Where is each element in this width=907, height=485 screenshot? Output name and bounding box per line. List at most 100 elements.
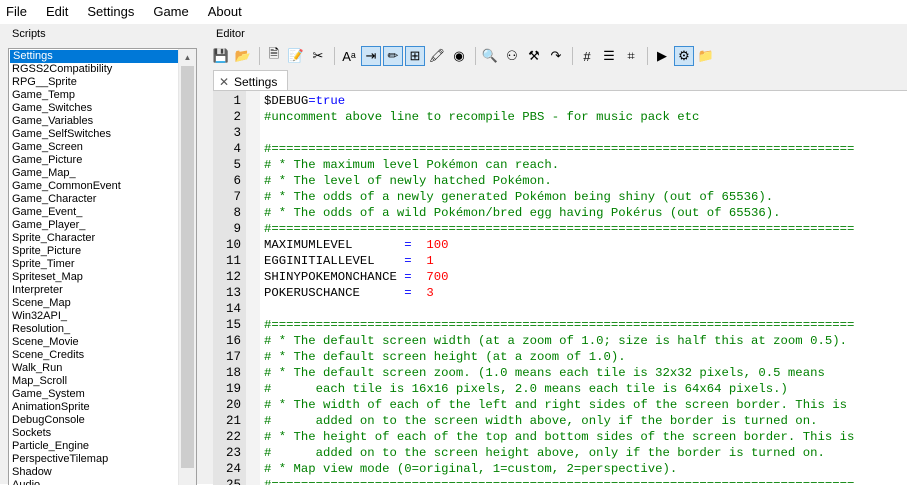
line-number: 7 — [233, 190, 241, 204]
menu-edit[interactable]: Edit — [40, 0, 68, 24]
script-list-item[interactable]: Game_SelfSwitches — [9, 128, 179, 141]
close-tab-icon[interactable]: ✕ — [214, 75, 234, 89]
script-list-item[interactable]: Sprite_Timer — [9, 258, 179, 271]
script-list-item[interactable]: Particle_Engine — [9, 440, 179, 453]
script-list-item[interactable]: DebugConsole — [9, 414, 179, 427]
script-list-item[interactable]: Scene_Credits — [9, 349, 179, 362]
menu-file[interactable]: File — [0, 0, 27, 24]
code-token: = — [308, 94, 316, 108]
script-list-item[interactable]: Interpreter — [9, 284, 179, 297]
code-text: EGGINITIALLEVEL = 1 — [264, 253, 434, 269]
code-token: 700 — [426, 270, 449, 284]
script-icon[interactable]: 🗎 — [264, 46, 284, 66]
code-token: true — [315, 94, 346, 108]
list-icon[interactable]: ☰ — [599, 46, 619, 66]
code-token: # each tile is 16x16 pixels, 2.0 means e… — [264, 382, 788, 396]
script-list-item[interactable]: Sprite_Picture — [9, 245, 179, 258]
script-list-item[interactable]: Map_Scroll — [9, 375, 179, 388]
script-list-item[interactable]: Game_Player_ — [9, 219, 179, 232]
editor-toolbar: 💾 📂 🗎 📝 ✂ Aᵃ ⇥ ✏ ⊞ 🖍 ◉ 🔍 ⚇ ⚒ ↷ # ☰ ⌗ ▶ ⚙ 📁 — [211, 44, 718, 68]
script-list-item[interactable]: Sockets — [9, 427, 179, 440]
scroll-up-icon[interactable]: ▲ — [179, 49, 196, 66]
tab-settings[interactable]: ✕ Settings — [213, 70, 288, 92]
code-token: = — [404, 286, 412, 300]
code-text: # * The odds of a wild Pokémon/bred egg … — [264, 205, 781, 221]
script-list[interactable]: Settings RGSS2Compatibility RPG__Sprite Gam… — [9, 49, 179, 485]
save-icon[interactable]: 💾 — [211, 46, 231, 66]
indent-icon[interactable]: ⇥ — [361, 46, 381, 66]
script-list-item[interactable]: AnimationSprite — [9, 401, 179, 414]
tools-icon[interactable]: ✂ — [308, 46, 328, 66]
code-token: 3 — [426, 286, 434, 300]
hash-icon[interactable]: # — [577, 46, 597, 66]
script-list-item[interactable]: Scene_Map — [9, 297, 179, 310]
script-list-item[interactable]: Game_System — [9, 388, 179, 401]
script-list-item[interactable]: Game_Temp — [9, 89, 179, 102]
menu-settings[interactable]: Settings — [81, 0, 134, 24]
grid-icon[interactable]: ⊞ — [405, 46, 425, 66]
code-token: POKERUSCHANCE — [264, 286, 405, 300]
play-icon[interactable]: ▶ — [652, 46, 672, 66]
line-number: 10 — [225, 238, 241, 252]
font-icon[interactable]: Aᵃ — [339, 46, 359, 66]
line-number: 13 — [225, 286, 241, 300]
line-number: 3 — [233, 126, 241, 140]
script-list-item[interactable]: Game_CommonEvent — [9, 180, 179, 193]
script-list-item[interactable]: Game_Switches — [9, 102, 179, 115]
script-list-item[interactable]: Game_Screen — [9, 141, 179, 154]
code-token: # * The level of newly hatched Pokémon. — [264, 174, 552, 188]
script-list-item[interactable]: Spriteset_Map — [9, 271, 179, 284]
script-list-item[interactable]: Scene_Movie — [9, 336, 179, 349]
script-list-item[interactable]: Game_Variables — [9, 115, 179, 128]
line-number: 21 — [225, 414, 241, 428]
code-text: # * The default screen width (at a zoom … — [264, 333, 847, 349]
replace-icon[interactable]: ⚒ — [524, 46, 544, 66]
edit-icon[interactable]: 📝 — [286, 46, 306, 66]
folder-icon[interactable]: 📁 — [696, 46, 716, 66]
script-list-item[interactable]: Settings — [10, 50, 179, 63]
find-icon[interactable]: 🔍 — [480, 46, 500, 66]
scripts-scrollbar[interactable]: ▲ — [178, 49, 196, 485]
binoculars-icon[interactable]: ⚇ — [502, 46, 522, 66]
script-list-item[interactable]: Game_Event_ — [9, 206, 179, 219]
scroll-thumb[interactable] — [181, 66, 194, 468]
script-list-item[interactable]: RPG__Sprite — [9, 76, 179, 89]
script-list-item[interactable]: Game_Picture — [9, 154, 179, 167]
highlight-icon[interactable]: 🖍 — [427, 46, 447, 66]
line-number: 20 — [225, 398, 241, 412]
open-folder-icon[interactable]: 📂 — [233, 46, 253, 66]
line-number: 23 — [225, 446, 241, 460]
line-number: 11 — [225, 254, 241, 268]
script-list-item[interactable]: Game_Map_ — [9, 167, 179, 180]
code-token: # * Map view mode (0=original, 1=custom,… — [264, 462, 678, 476]
code-text: # * The odds of a newly generated Pokémo… — [264, 189, 773, 205]
code-token: 1 — [426, 254, 434, 268]
script-list-item[interactable]: Resolution_ — [9, 323, 179, 336]
gear-icon[interactable]: ⚙ — [674, 46, 694, 66]
script-list-item[interactable]: RGSS2Compatibility — [9, 63, 179, 76]
script-list-item[interactable]: Game_Character — [9, 193, 179, 206]
script-list-item[interactable]: Audio — [9, 479, 179, 485]
goto-icon[interactable]: ↷ — [546, 46, 566, 66]
code-text: # added on to the screen width above, on… — [264, 413, 817, 429]
code-text: $DEBUG=true — [264, 93, 345, 109]
crop-icon[interactable]: ⌗ — [621, 46, 641, 66]
code-editor[interactable]: 1 $DEBUG=true 2 #uncomment above line to re… — [213, 90, 907, 485]
script-list-item[interactable]: Win32API_ — [9, 310, 179, 323]
code-text: # * The maximum level Pokémon can reach. — [264, 157, 559, 173]
menu-game[interactable]: Game — [147, 0, 188, 24]
menu-about[interactable]: About — [202, 0, 242, 24]
script-list-item[interactable]: Sprite_Character — [9, 232, 179, 245]
code-token: = — [404, 254, 412, 268]
pencil-icon[interactable]: ✏ — [383, 46, 403, 66]
code-token: # * The default screen width (at a zoom … — [264, 334, 847, 348]
code-token: # * The default screen zoom. (1.0 means … — [264, 366, 825, 380]
color-wheel-icon[interactable]: ◉ — [449, 46, 469, 66]
script-list-item[interactable]: Shadow — [9, 466, 179, 479]
scripts-list-box[interactable]: Settings RGSS2Compatibility RPG__Sprite Gam… — [8, 48, 197, 485]
script-list-item[interactable]: Walk_Run — [9, 362, 179, 375]
script-list-item[interactable]: PerspectiveTilemap — [9, 453, 179, 466]
code-text: # * The level of newly hatched Pokémon. — [264, 173, 552, 189]
line-number: 9 — [233, 222, 241, 236]
